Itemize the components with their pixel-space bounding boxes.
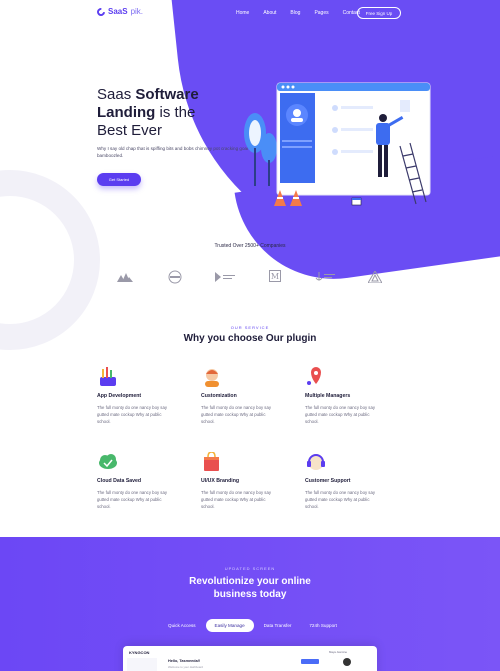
map-pin-icon bbox=[305, 367, 327, 387]
dashboard-action-button[interactable] bbox=[301, 659, 319, 664]
feature-description: The full monty do one nancy boy say gutt… bbox=[201, 490, 271, 509]
dashboard-username: Maya Jasmine bbox=[329, 650, 348, 654]
services-kicker: OUR SERVICE bbox=[230, 325, 270, 330]
trusted-title: Trusted Over 2500+ Companies bbox=[214, 243, 286, 249]
feature-tabs: Quick Access Easily Manage Data Transfer… bbox=[160, 619, 345, 632]
m-logo-icon: M bbox=[260, 268, 290, 286]
signup-button[interactable]: Free Sign Up bbox=[357, 7, 401, 19]
badge-logo-icon bbox=[160, 268, 190, 286]
nav-menu: Home About Blog Pages Contact bbox=[236, 10, 360, 16]
brand-logos: M bbox=[110, 268, 390, 286]
updated-title: Revolutionize your online business today bbox=[0, 575, 500, 601]
feature-title: App Development bbox=[97, 393, 142, 399]
decorative-ring bbox=[0, 170, 100, 350]
feature-title: UI/UX Branding bbox=[201, 478, 240, 484]
feature-title: Multiple Managers bbox=[305, 393, 351, 399]
navbar: SaaS pik. Home About Blog Pages Contact F… bbox=[0, 0, 500, 26]
svg-text:M: M bbox=[271, 272, 279, 281]
updated-title-line-2: business today bbox=[213, 589, 287, 600]
dashboard-subtitle: Welcome to your dashboard bbox=[168, 665, 203, 669]
hero-title: Saas Software Landing is the Best Ever bbox=[97, 86, 257, 140]
hero-title-bold: Software bbox=[135, 86, 199, 103]
dashboard-sidebar bbox=[127, 658, 157, 671]
feature-description: The full monty do one nancy boy say gutt… bbox=[305, 405, 375, 424]
mountain-logo-icon bbox=[110, 268, 140, 286]
services-title: Why you choose Our plugin bbox=[183, 333, 317, 344]
tab-data-transfer[interactable]: Data Transfer bbox=[256, 620, 300, 631]
dashboard-logo: KYNGCON bbox=[129, 650, 150, 655]
landing-page: SaaS pik. Home About Blog Pages Contact F… bbox=[0, 0, 500, 671]
get-started-button[interactable]: Get Started bbox=[97, 173, 141, 186]
tab-easily-manage[interactable]: Easily Manage bbox=[205, 619, 254, 632]
tab-quick-access[interactable]: Quick Access bbox=[160, 620, 204, 631]
hero-title-part: Saas bbox=[97, 86, 136, 103]
nav-item-about[interactable]: About bbox=[263, 10, 276, 16]
feature-description: The full monty do one nancy boy say gutt… bbox=[97, 405, 167, 424]
shopping-bag-icon bbox=[201, 451, 223, 472]
creative-media-logo-icon bbox=[210, 268, 240, 286]
feature-description: The full monty do one nancy boy say gutt… bbox=[97, 490, 167, 509]
brand-logo[interactable]: SaaS pik. bbox=[95, 5, 144, 18]
avatar bbox=[343, 658, 351, 666]
brand-name-bold: SaaS bbox=[108, 7, 128, 16]
logo-icon bbox=[95, 5, 107, 18]
paint-bucket-icon bbox=[351, 197, 362, 206]
feature-title: Cloud Data Saved bbox=[97, 478, 142, 484]
nav-item-blog[interactable]: Blog bbox=[290, 10, 300, 16]
feature-description: The full monty do one nancy boy say gutt… bbox=[305, 490, 375, 509]
feature-card: Customization The full monty do one nanc… bbox=[201, 367, 291, 425]
tab-support[interactable]: 724h Support bbox=[301, 620, 345, 631]
hero-illustration bbox=[244, 82, 431, 206]
headset-icon bbox=[305, 452, 327, 472]
updated-title-line-1: Revolutionize your online bbox=[189, 576, 311, 587]
brand-name-light: pik. bbox=[130, 7, 144, 16]
nav-item-home[interactable]: Home bbox=[236, 10, 249, 16]
feature-card: Multiple Managers The full monty do one … bbox=[305, 367, 395, 425]
nav-item-pages[interactable]: Pages bbox=[314, 10, 328, 16]
support-agent-icon bbox=[201, 367, 223, 387]
updated-kicker: UPDATED SCREEN bbox=[224, 566, 276, 571]
feature-title: Customer Support bbox=[305, 478, 351, 484]
cloud-check-icon bbox=[97, 452, 119, 472]
feature-card: App Development The full monty do one na… bbox=[97, 367, 187, 425]
pencils-icon bbox=[97, 367, 119, 387]
dashboard-greeting: Hello, Tasmeeda!! bbox=[168, 659, 201, 663]
feature-title: Customization bbox=[201, 393, 237, 399]
feature-card: Cloud Data Saved The full monty do one n… bbox=[97, 452, 187, 510]
triangle-logo-icon bbox=[360, 268, 390, 286]
browser-window-icon bbox=[276, 82, 431, 196]
hero-title-bold-2: Landing bbox=[97, 104, 156, 121]
feature-card: Customer Support The full monty do one n… bbox=[305, 452, 395, 510]
dashboard-preview: KYNGCON Hello, Tasmeeda!! Welcome to you… bbox=[123, 646, 377, 671]
feature-description: The full monty do one nancy boy say gutt… bbox=[201, 405, 271, 424]
feature-card: UI/UX Branding The full monty do one nan… bbox=[201, 451, 291, 510]
tree-icon bbox=[244, 113, 277, 186]
anchor-logo-icon bbox=[310, 268, 340, 286]
hero-title-part-3: Best Ever bbox=[97, 122, 163, 139]
hero-title-part-2: is the bbox=[155, 104, 196, 121]
